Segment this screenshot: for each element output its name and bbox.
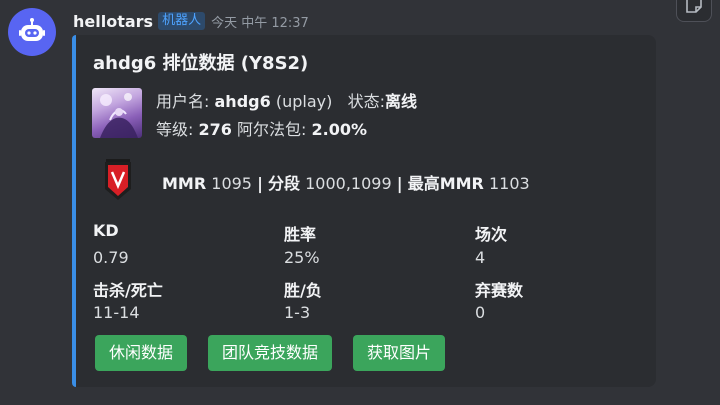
stat-matches-value: 4 (475, 248, 486, 267)
bot-tag: 机器人 (158, 12, 206, 30)
embed-title: ahdg6 排位数据 (Y8S2) (93, 53, 309, 74)
stat-matches-label: 场次 (475, 225, 508, 244)
sticker-icon (686, 0, 702, 13)
stat-abandons-label: 弃赛数 (475, 281, 524, 300)
add-reaction-button[interactable] (676, 0, 712, 22)
segment-value: 1000,1099 (305, 174, 392, 193)
stat-win-loss-label: 胜/负 (284, 281, 322, 300)
username[interactable]: hellotars (73, 12, 153, 31)
mmr-label: MMR (162, 174, 207, 193)
status-label: 状态: (347, 92, 385, 111)
stat-win-loss-value: 1-3 (284, 303, 311, 322)
profile-line-1: 用户名: ahdg6 (uplay) 状态:离线 (156, 88, 417, 112)
stat-kd-label: KD (93, 221, 119, 240)
alpha-value: 2.00% (311, 120, 368, 139)
alpha-label: 阿尔法包: (237, 120, 307, 139)
level-label: 等级: (156, 120, 194, 139)
status-value: 离线 (385, 92, 418, 111)
stat-abandons-value: 0 (475, 303, 486, 322)
timestamp: 今天 中午 12:37 (211, 15, 309, 31)
username-label: 用户名: (156, 92, 210, 111)
separator: | (396, 174, 403, 193)
mmr-value: 1095 (211, 174, 252, 193)
casual-data-button[interactable]: 休闲数据 (95, 335, 188, 371)
segment-label: 分段 (268, 174, 301, 193)
separator: | (257, 174, 263, 193)
stats-embed: ahdg6 排位数据 (Y8S2) 用户名: ahdg6 (uplay) 状态:… (72, 35, 656, 387)
message-header: hellotars 机器人 今天 中午 12:37 (73, 10, 309, 32)
bot-avatar[interactable] (8, 8, 56, 56)
stat-kd-value: 0.79 (93, 248, 129, 267)
username-value: ahdg6 (214, 92, 271, 111)
team-deathmatch-data-button[interactable]: 团队竞技数据 (208, 335, 333, 371)
rank-badge-icon (105, 159, 131, 200)
platform-value: (uplay) (275, 92, 333, 111)
stat-kills-deaths-label: 击杀/死亡 (93, 281, 163, 300)
stat-winrate-value: 25% (284, 248, 320, 267)
max-mmr-label: 最高MMR (407, 174, 484, 193)
stat-winrate-label: 胜率 (284, 225, 317, 244)
mmr-line: MMR 1095 | 分段 1000,1099 | 最高MMR 1103 (162, 170, 530, 194)
profile-thumbnail[interactable] (92, 88, 142, 138)
max-mmr-value: 1103 (488, 174, 530, 193)
stat-kills-deaths-value: 11-14 (93, 303, 140, 322)
profile-image (100, 93, 138, 138)
robot-icon (19, 18, 45, 41)
profile-line-2: 等级: 276 阿尔法包: 2.00% (156, 116, 367, 140)
level-value: 276 (198, 120, 232, 139)
get-image-button[interactable]: 获取图片 (353, 335, 446, 371)
